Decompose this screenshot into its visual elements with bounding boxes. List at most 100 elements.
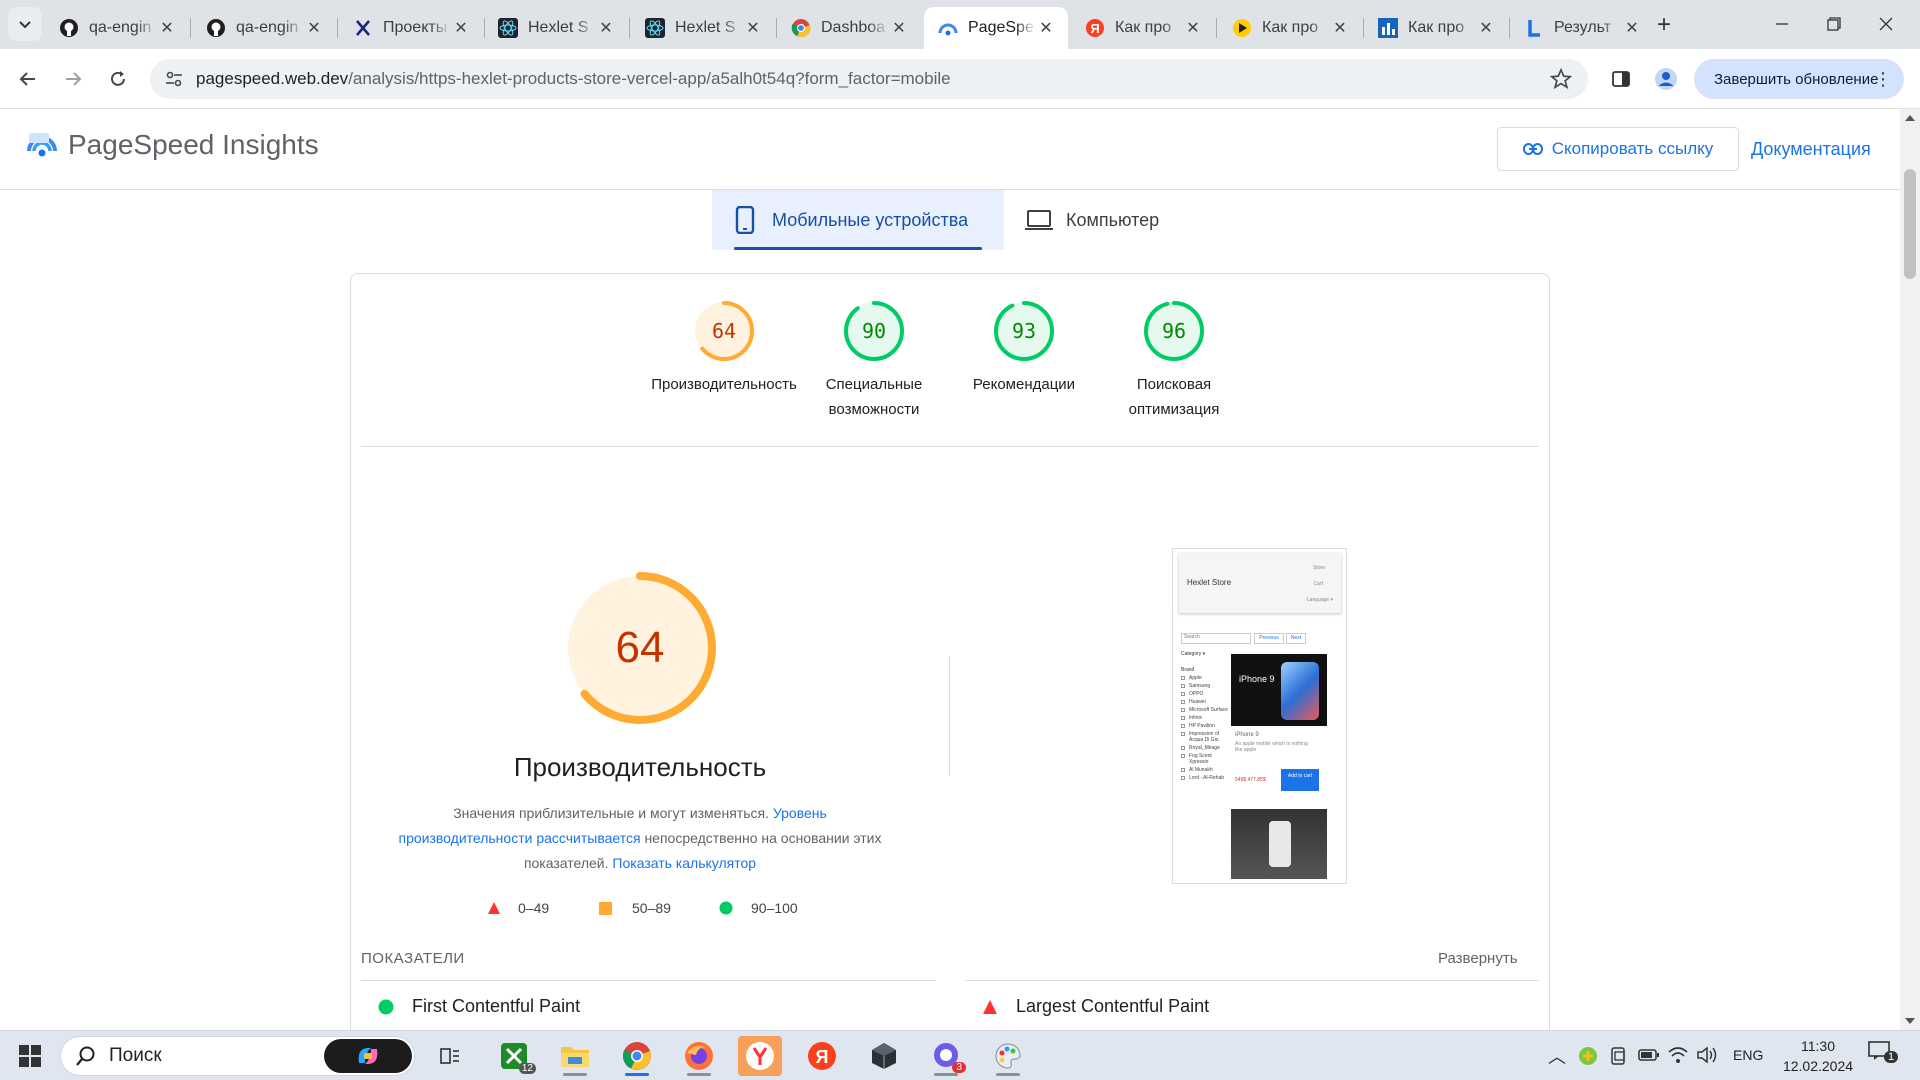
documentation-link[interactable]: Документация [1751,139,1871,160]
copilot-icon [358,1048,378,1064]
taskbar-search-label: Поиск [109,1045,162,1066]
url-text[interactable]: pagespeed.web.dev/analysis/https-hexlet-… [196,69,951,89]
yandex-app[interactable]: Я [800,1036,844,1076]
tab-mobile[interactable]: Мобильные устройства [712,190,1004,250]
copilot-button[interactable] [324,1039,412,1073]
scroll-up-arrow[interactable] [1905,115,1915,121]
tab-10[interactable]: Результ ✕ [1510,7,1654,49]
gauge-accessibility[interactable]: 90 Специальные возможности [789,300,959,422]
language-indicator[interactable]: ENG [1733,1047,1763,1063]
score-label: Рекомендации [939,372,1109,397]
close-window-button[interactable] [1868,6,1904,42]
gauge-seo[interactable]: 96 Поисковая оптимизация [1089,300,1259,422]
battery-icon[interactable] [1638,1047,1660,1063]
tab-2[interactable]: Проекты ✕ [339,7,483,49]
tab-4[interactable]: Hexlet S ✕ [631,7,775,49]
notifications-button[interactable]: 1 [1868,1041,1908,1071]
yandex-browser-app[interactable] [738,1036,782,1076]
firefox-app[interactable] [677,1036,721,1076]
folder-icon [561,1047,589,1067]
bookmark-star-icon[interactable] [1550,68,1572,90]
tab-close-icon[interactable]: ✕ [304,18,324,38]
tab-title: qa-engin [236,19,299,36]
tray-chevron[interactable]: ︿ [1548,1043,1566,1069]
back-button[interactable] [10,61,46,97]
tab-close-icon[interactable]: ✕ [1622,18,1642,38]
restore-button[interactable] [1816,6,1852,42]
tab-close-icon[interactable]: ✕ [1476,18,1496,38]
expand-view-button[interactable]: Развернуть [1438,950,1518,967]
xbox-app[interactable]: 12 [492,1036,536,1076]
tab-search-button[interactable] [8,7,42,41]
forward-button[interactable] [55,61,91,97]
start-button[interactable] [8,1036,52,1076]
phone-link-icon[interactable] [1608,1046,1628,1066]
update-browser-button[interactable]: Завершить обновление ⋮ [1694,59,1904,99]
final-screenshot[interactable]: Hexlet Store Store Cart Language ▾ Searc… [1172,548,1347,884]
tab-close-icon[interactable]: ✕ [743,18,763,38]
tab-1[interactable]: qa-engin ✕ [192,7,336,49]
profile-button[interactable] [1648,61,1684,97]
tab-5[interactable]: Dashboa ✕ [777,7,921,49]
tab-close-icon[interactable]: ✕ [1330,18,1350,38]
tab-close-icon[interactable]: ✕ [596,18,616,38]
xbox-badge: 12 [518,1063,536,1074]
tab-close-icon[interactable]: ✕ [889,18,909,38]
tab-8[interactable]: Как про ✕ [1218,7,1362,49]
score-ring: 90 [843,300,905,362]
viber-app[interactable]: 3 [924,1036,968,1076]
tab-0[interactable]: qa-engin ✕ [45,7,189,49]
clock-time: 11:30 [1801,1038,1835,1054]
checkbox [1181,684,1185,688]
tab-title: Как про [1115,19,1172,36]
volume-icon[interactable] [1696,1045,1718,1065]
score-label: Производительность [639,372,809,397]
store-brand-label: Brand [1181,667,1195,673]
checkbox [1181,716,1185,720]
side-panel-button[interactable] [1603,61,1639,97]
taskbar-search[interactable]: Поиск [60,1036,415,1076]
new-tab-button[interactable]: + [1646,7,1682,43]
tab-6[interactable]: PageSpe ✕ [924,7,1068,49]
wifi-icon[interactable] [1667,1045,1689,1065]
tab-close-icon[interactable]: ✕ [451,18,471,38]
file-explorer-app[interactable] [553,1036,597,1076]
minimize-button[interactable] [1764,6,1800,42]
legend-fail: 0–49 [487,900,549,916]
site-info-icon[interactable] [164,69,184,89]
paint-app[interactable] [986,1036,1030,1076]
clock-date: 12.02.2024 [1782,1058,1854,1074]
clock[interactable]: 11:30 12.02.2024 [1778,1036,1858,1076]
tab-close-icon[interactable]: ✕ [1036,18,1056,38]
scroll-thumb[interactable] [1904,169,1916,279]
store-category: Category ▾ [1181,651,1206,657]
reload-button[interactable] [100,61,136,97]
unity-app[interactable] [862,1036,906,1076]
tab-9[interactable]: Как про ✕ [1364,7,1508,49]
tab-3[interactable]: Hexlet S ✕ [484,7,628,49]
chrome-app[interactable] [615,1036,659,1076]
tab-close-icon[interactable]: ✕ [1183,18,1203,38]
tab-close-icon[interactable]: ✕ [157,18,177,38]
scroll-down-arrow[interactable] [1905,1018,1915,1024]
firefox-icon [685,1042,713,1070]
yandex-icon: Я [808,1042,836,1070]
store-brand-item: Infinix [1181,715,1231,721]
tab-7[interactable]: Я Как про ✕ [1071,7,1215,49]
tray-app-icon[interactable] [1578,1046,1598,1066]
copy-link-button[interactable]: Скопировать ссылку [1497,127,1739,171]
store-brand-item: Royal_Mirage [1181,745,1231,751]
brand-title: PageSpeed Insights [68,129,319,160]
address-bar[interactable]: pagespeed.web.dev/analysis/https-hexlet-… [150,59,1588,99]
tab-title: Как про [1262,19,1319,36]
gauge-performance[interactable]: 64 Производительность [639,300,809,397]
store-next: Next [1286,633,1306,644]
page-scrollbar[interactable] [1900,109,1920,1030]
score-value: 93 [1011,319,1037,343]
show-calculator-link[interactable]: Показать калькулятор [612,855,756,871]
checkbox [1181,746,1185,750]
task-view-button[interactable] [428,1036,472,1076]
gauge-best-practices[interactable]: 93 Рекомендации [939,300,1109,397]
psi-brand[interactable]: PageSpeed Insights [26,129,319,161]
tab-desktop[interactable]: Компьютер [1024,190,1194,250]
